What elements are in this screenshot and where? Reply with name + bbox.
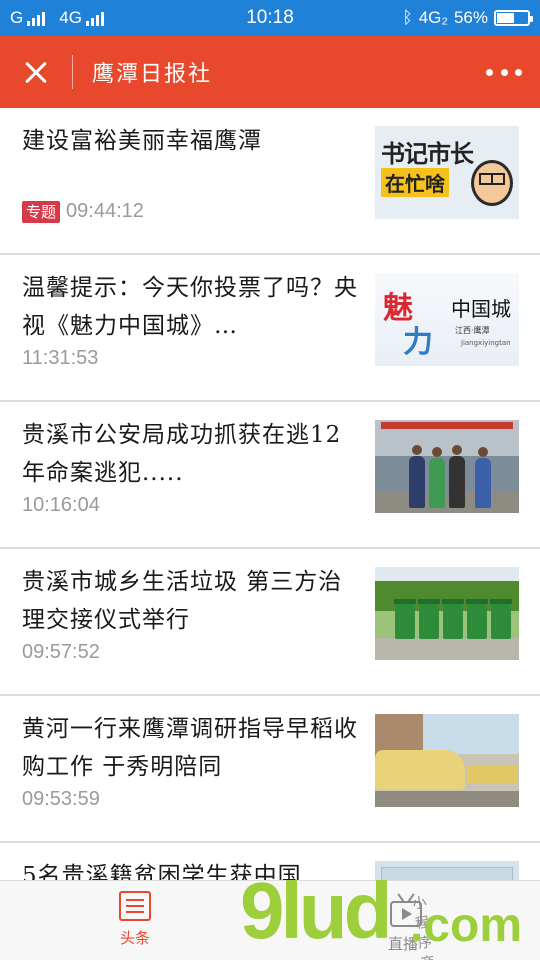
ground-image [375, 491, 519, 513]
network-type: 4G₂ [418, 8, 448, 27]
trash-bin-icon [394, 599, 416, 639]
news-thumbnail [375, 714, 519, 807]
thumb-text: 书记市长 [381, 140, 474, 168]
news-item[interactable]: 贵溪市城乡生活垃圾 第三方治理交接仪式举行 09:57:52 [0, 549, 540, 696]
person-figure [475, 447, 491, 508]
news-time: 09:57:52 [22, 641, 100, 663]
news-item[interactable]: 建设富裕美丽幸福鹰潭 专题 09:44:12 书记市长 在忙啥 [0, 108, 540, 255]
newspaper-icon [119, 891, 151, 921]
close-button[interactable] [14, 50, 58, 94]
news-item[interactable]: 温馨提示：今天你投票了吗？央视《魅力中国城》… 11:31:53 魅 力 中国城… [0, 255, 540, 402]
news-headline: 贵溪市城乡生活垃圾 第三方治理交接仪式举行 [22, 569, 343, 633]
topic-tag: 专题 [22, 200, 61, 223]
news-item[interactable]: 贵溪市公安局成功抓获在逃12年命案逃犯..... 10:16:04 [0, 402, 540, 549]
road-image [375, 791, 519, 807]
more-dot-icon [515, 68, 522, 76]
thumb-text: 江西·鹰潭 [455, 326, 490, 335]
thumb-text: jiangxiyingtan [461, 339, 511, 347]
news-time: 09:53:59 [22, 788, 100, 810]
app-header: 鹰潭日报社 [0, 36, 540, 108]
thumb-text: 在忙啥 [381, 168, 449, 197]
news-meta: 10:16:04 [22, 494, 100, 517]
battery-percent: 56% [453, 8, 488, 27]
status-bar: G 4G 10:18 ᛒ 4G₂ 56% [0, 0, 540, 36]
page-title: 鹰潭日报社 [92, 62, 213, 87]
cartoon-face-icon [471, 160, 513, 206]
bluetooth-icon: ᛒ [402, 8, 413, 27]
news-thumbnail: 魅 力 中国城 江西·鹰潭 jiangxiyingtan [375, 273, 519, 366]
tab-headlines[interactable]: 头条 [100, 891, 170, 953]
banner-image [381, 422, 513, 429]
news-thumbnail: 书记市长 在忙啥 [375, 126, 519, 219]
status-right: ᛒ 4G₂ 56% [402, 8, 533, 28]
battery-fill [497, 13, 514, 23]
news-meta: 11:31:53 [22, 347, 98, 370]
more-dot-icon [486, 68, 493, 76]
road-image [375, 638, 519, 660]
tv-play-icon [390, 901, 422, 927]
trash-bin-icon [442, 599, 464, 639]
thumb-text: 力 [403, 325, 433, 360]
trash-bin-icon [466, 599, 488, 639]
person-figure [409, 445, 425, 508]
trash-bin-icon [418, 599, 440, 639]
news-time: 11:31:53 [22, 347, 99, 369]
news-headline: 黄河一行来鹰潭调研指导早稻收购工作 于秀明陪同 [22, 716, 358, 780]
news-feed: 建设富裕美丽幸福鹰潭 专题 09:44:12 书记市长 在忙啥 温馨提示：今天你… [0, 108, 540, 923]
tab-live-label: 直播 [388, 935, 419, 953]
truck-image [467, 766, 517, 784]
thumb-text: 中国城 [451, 297, 511, 321]
tab-headlines-label: 头条 [119, 929, 150, 947]
bottom-nav: 头条 直播 [0, 880, 540, 960]
person-figure [429, 447, 445, 508]
grain-sacks-image [375, 750, 465, 790]
news-meta: 09:57:52 [22, 641, 100, 664]
news-meta: 09:53:59 [22, 788, 100, 811]
news-headline: 贵溪市公安局成功抓获在逃12年命案逃犯..... [22, 422, 342, 486]
news-item[interactable]: 黄河一行来鹰潭调研指导早稻收购工作 于秀明陪同 09:53:59 [0, 696, 540, 843]
news-time: 09:44:12 [66, 200, 144, 222]
tab-live[interactable] [390, 893, 430, 933]
news-headline: 温馨提示：今天你投票了吗？央视《魅力中国城》… [22, 275, 358, 339]
news-headline: 建设富裕美丽幸福鹰潭 [22, 128, 262, 154]
header-divider [72, 55, 73, 89]
person-figure [449, 445, 465, 508]
news-thumbnail [375, 567, 519, 660]
more-dot-icon [500, 68, 508, 76]
news-meta: 专题 09:44:12 [22, 200, 144, 223]
trash-bin-icon [490, 599, 512, 639]
news-thumbnail [375, 420, 519, 513]
more-options-button[interactable] [486, 62, 522, 82]
news-time: 10:16:04 [22, 494, 100, 516]
battery-icon [494, 10, 533, 26]
